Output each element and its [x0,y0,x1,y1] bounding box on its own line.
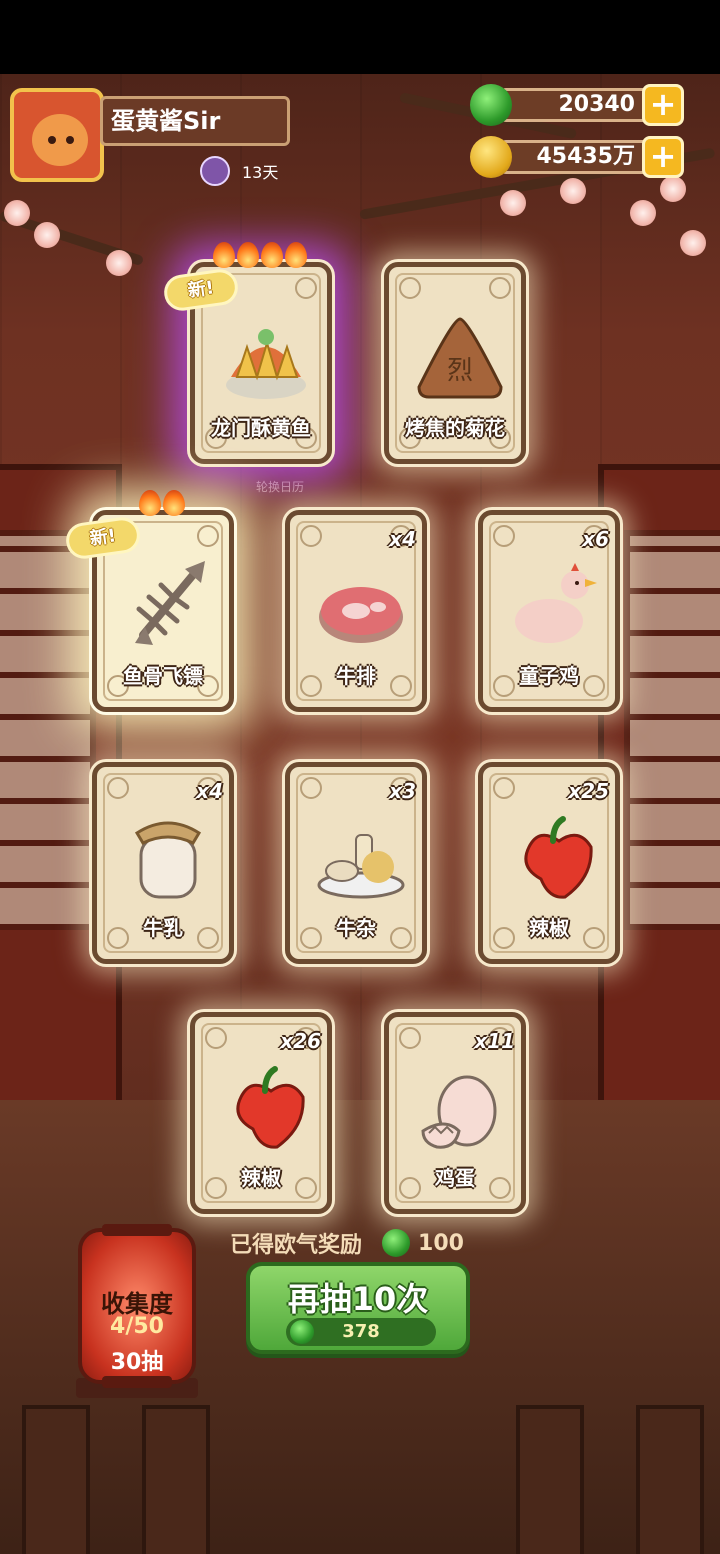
railing-post [516,1405,584,1554]
add-coins-button[interactable]: + [642,136,684,178]
card-count: x4 [196,779,223,803]
card-name: 鸡蛋 [435,1166,475,1190]
player-name: 蛋黄酱Sir [100,96,290,146]
railing-post [142,1405,210,1554]
luck-reward-value: 100 [418,1230,464,1256]
card-name: 鱼骨飞镖 [123,664,203,688]
blossom [560,178,586,204]
railing-post [22,1405,90,1554]
blossom [630,200,656,226]
blossom [500,190,526,216]
jade-icon [470,84,512,126]
egg-icon [421,1075,497,1149]
chili-pepper-icon [524,816,593,899]
status-bar [0,0,720,74]
draw-again-button[interactable]: 再抽10次 378 [246,1262,470,1354]
flame-icon [261,242,283,268]
jade-currency: 20340 + [470,84,684,126]
chili-pepper-icon [236,1066,305,1149]
luck-reward: 已得欧气奖励 100 [230,1228,464,1258]
card-name: 烤焦的菊花 [405,416,505,440]
draw-again-label: 再抽10次 [287,1280,429,1318]
result-card[interactable]: 烈烤焦的菊花 [384,262,526,464]
blossom [680,230,706,256]
flame-icon [163,490,185,516]
rotate-calendar-label: 轮换日历 [255,480,304,494]
fried-yellow-fish-dish-icon [226,329,306,399]
blossom [34,222,60,248]
young-chicken-icon [515,563,597,643]
beef-offal-icon [317,834,405,899]
blossom [4,200,30,226]
fishbone-dart-icon [135,561,205,645]
card-name: 辣椒 [529,916,569,940]
jade-icon [382,1229,411,1257]
card-name: 童子鸡 [519,664,579,688]
coin-amount: 45435万 [500,140,650,174]
coin-currency: 45435万 + [470,136,684,178]
flame-icon [213,242,235,268]
card-count: x26 [280,1029,321,1053]
svg-text:烈: 烈 [447,356,473,386]
add-jade-button[interactable]: + [642,84,684,126]
card-name: 牛杂 [336,916,376,940]
flame-icon [237,242,259,268]
card-count: x6 [582,527,609,551]
card-count: x4 [389,527,416,551]
steak-icon [319,587,403,643]
card-count: x3 [389,779,416,803]
railing-post [636,1405,704,1554]
result-card[interactable]: 辣椒 x25 [478,762,620,964]
result-card[interactable]: 童子鸡 x6 [478,510,620,712]
card-name: 龙门酥黄鱼 [211,416,311,440]
card-count: x11 [474,1029,515,1053]
milk-jar-icon [134,821,202,899]
card-name: 辣椒 [241,1166,281,1190]
card-count: x25 [568,779,609,803]
rarity-flames [213,242,307,268]
jade-amount: 20340 [500,88,650,122]
burnt-chrysanthemum-icon: 烈 [417,317,503,399]
collection-pulls: 30抽 [110,1350,164,1375]
result-card[interactable]: 牛杂 x3 [285,762,427,964]
collection-progress: 4/50 [110,1314,164,1339]
character-badge-icon [200,156,230,186]
result-card[interactable]: 牛乳 x4 [92,762,234,964]
blossom [660,176,686,202]
result-card[interactable]: 辣椒 x26 [190,1012,332,1214]
result-card[interactable]: 牛排 x4 [285,510,427,712]
rarity-flames [139,490,185,516]
days-count: 13天 [242,163,279,182]
coin-icon [470,136,512,178]
blossom [106,250,132,276]
login-days: 13天 [200,156,278,186]
flame-icon [139,490,161,516]
luck-reward-label: 已得欧气奖励 [230,1233,363,1258]
result-card[interactable]: 鸡蛋 x11 [384,1012,526,1214]
card-name: 牛排 [336,664,376,688]
card-name: 牛乳 [143,916,183,940]
game-screen: 蛋黄酱Sir 13天 20340 + 45435万 + 轮换日历 龙门酥黄鱼 新!… [0,0,720,1554]
jade-icon [290,1320,314,1344]
player-avatar[interactable] [10,88,104,182]
flame-icon [285,242,307,268]
collection-lantern[interactable]: 收集度 4/50 30抽 [78,1224,196,1388]
